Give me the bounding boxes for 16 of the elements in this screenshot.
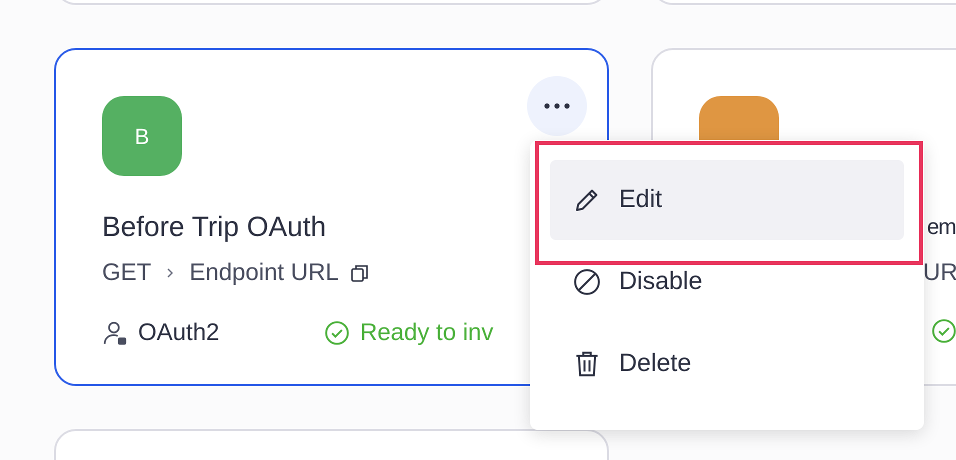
copy-icon[interactable] [348, 262, 371, 284]
api-card[interactable]: B Before Trip OAuth GET Endpoint URL OAuth2 Ready to inv [54, 48, 609, 386]
card-title: Before Trip OAuth [102, 210, 326, 244]
check-circle-icon [324, 320, 350, 346]
menu-item[interactable]: Edit [550, 160, 904, 240]
disabled-icon [572, 267, 602, 297]
check-circle-icon [931, 318, 956, 344]
user-lock-icon [102, 320, 128, 346]
letter-avatar: B [102, 96, 182, 176]
endpoint-label: Endpoint URL [189, 258, 339, 288]
http-method: GET [102, 258, 152, 288]
chevron-right-icon [165, 266, 176, 280]
card-title: em [927, 213, 956, 241]
status-label: Ready to inv [360, 318, 494, 348]
more-icon [544, 103, 570, 109]
auth-type: OAuth2 [138, 318, 220, 348]
